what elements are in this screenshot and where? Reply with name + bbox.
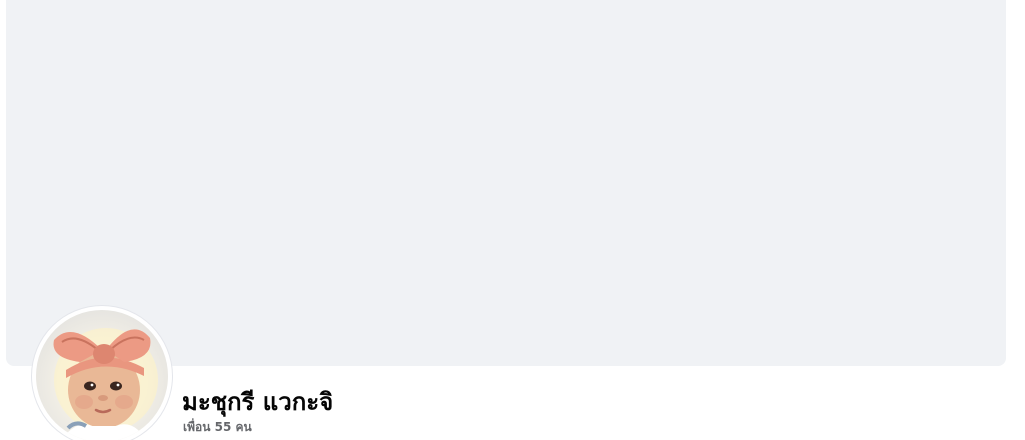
profile-page: มะชุกรี แวกะจิ เพื่อน 55 คน	[0, 0, 1025, 440]
profile-avatar[interactable]	[36, 310, 168, 440]
friends-count[interactable]: เพื่อน 55 คน	[183, 418, 252, 436]
cover-photo[interactable]	[6, 0, 1006, 366]
profile-name: มะชุกรี แวกะจิ	[182, 388, 334, 416]
avatar-image	[53, 328, 158, 440]
